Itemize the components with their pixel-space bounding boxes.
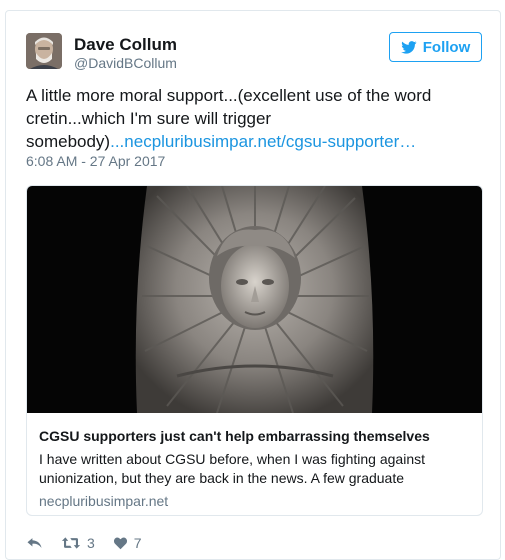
card-domain: necpluribusimpar.net — [39, 493, 169, 509]
tweet-card: Dave Collum @DavidBCollum Follow A littl… — [5, 10, 501, 560]
like-count: 7 — [133, 535, 142, 551]
author-handle[interactable]: @DavidBCollum — [74, 55, 177, 71]
tweet-text-fragment: somebody) — [26, 132, 111, 151]
tweet-text-line: cretin...which I'm sure will trigger — [26, 109, 272, 128]
author-name[interactable]: Dave Collum — [74, 35, 177, 55]
card-title: CGSU supporters just can't help embarras… — [39, 428, 430, 444]
twitter-bird-icon — [400, 40, 417, 54]
retweet-icon — [61, 537, 81, 549]
link-preview-card[interactable]: CGSU supporters just can't help embarras… — [26, 185, 483, 516]
card-description: I have written about CGSU before, when I… — [39, 451, 425, 486]
reply-icon — [27, 538, 42, 548]
tweet-actions: 3 7 — [26, 533, 160, 553]
avatar-image — [26, 33, 62, 69]
reply-button[interactable] — [26, 536, 43, 550]
tweet-timestamp[interactable]: 6:08 AM - 27 Apr 2017 — [26, 153, 165, 169]
retweet-button[interactable]: 3 — [61, 535, 95, 551]
avatar[interactable] — [26, 33, 62, 69]
card-image — [27, 186, 482, 413]
tweet-text-line: A little more moral support...(excellent… — [26, 86, 432, 105]
tweet-text: A little more moral support...(excellent… — [26, 84, 456, 153]
heart-icon — [113, 537, 127, 550]
tweet-link[interactable]: ...necpluribusimpar.net/cgsu-supporter… — [110, 132, 416, 151]
retweet-count: 3 — [87, 535, 95, 551]
follow-button[interactable]: Follow — [389, 32, 482, 62]
follow-label: Follow — [422, 38, 471, 56]
tweet-text-line: somebody)...necpluribusimpar.net/cgsu-su… — [26, 130, 456, 153]
like-button[interactable]: 7 — [113, 535, 142, 551]
